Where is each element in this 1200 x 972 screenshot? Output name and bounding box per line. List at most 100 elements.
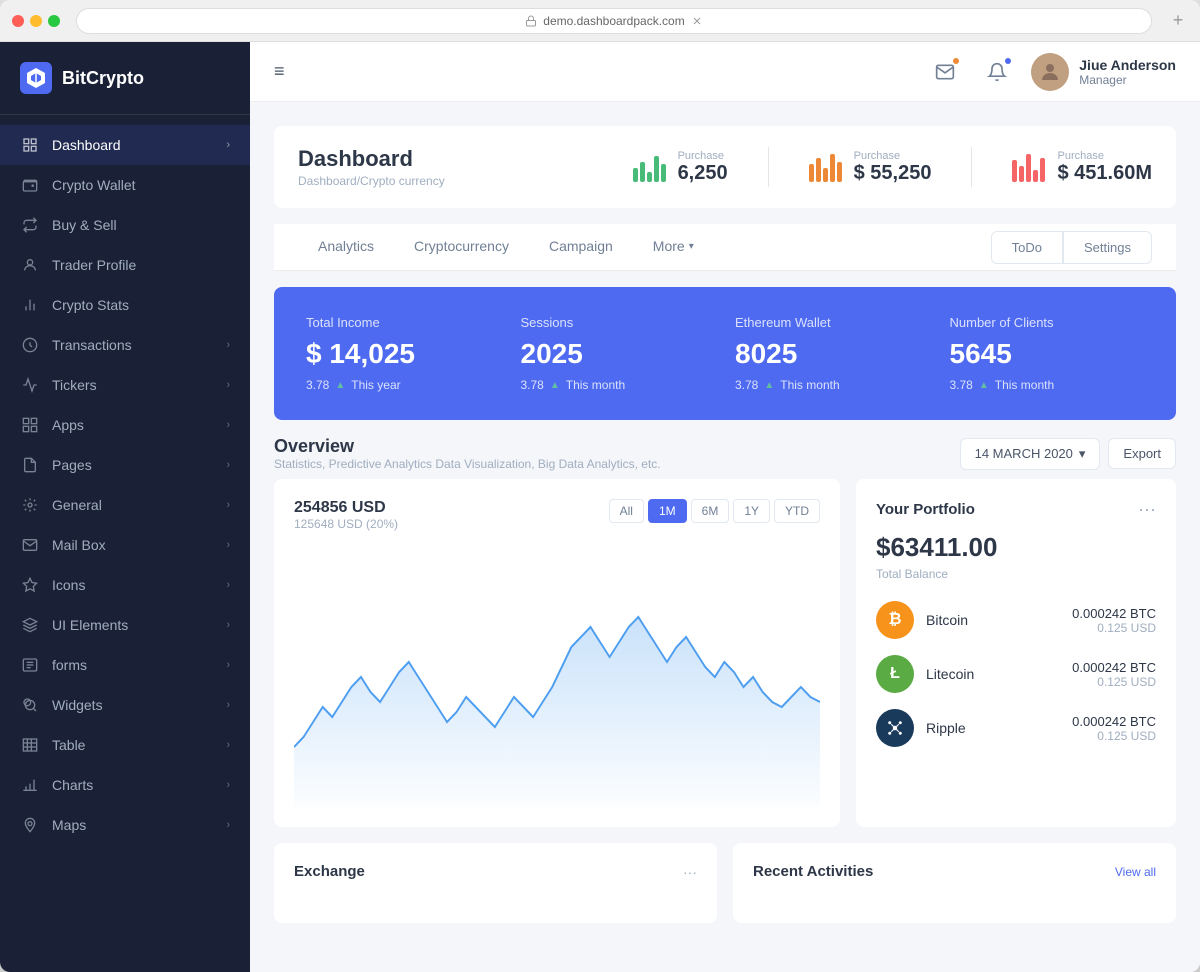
icons-icon xyxy=(20,575,40,595)
tab-cryptocurrency[interactable]: Cryptocurrency xyxy=(394,224,529,270)
stat-card-label-income: Total Income xyxy=(306,315,501,330)
chart-btn-6m[interactable]: 6M xyxy=(691,499,730,523)
header-left: ≡ xyxy=(274,61,285,82)
browser-window: demo.dashboardpack.com + BitCrypto Dash xyxy=(0,0,1200,972)
portfolio-card: Your Portfolio ··· $63411.00 Total Balan… xyxy=(856,479,1176,827)
nav-arrow-maps: › xyxy=(226,819,230,831)
tickers-icon xyxy=(20,375,40,395)
portfolio-header: Your Portfolio ··· xyxy=(876,499,1156,520)
sidebar-item-tickers[interactable]: Tickers › xyxy=(0,365,250,405)
sidebar-item-mailbox[interactable]: Mail Box › xyxy=(0,525,250,565)
sidebar-label-trader-profile: Trader Profile xyxy=(52,257,230,273)
sidebar: BitCrypto Dashboard › Crypto Walle xyxy=(0,42,250,972)
dashboard-stats: Purchase 6,250 xyxy=(633,147,1152,187)
tab-more[interactable]: More ▾ xyxy=(633,224,714,270)
exchange-menu-button[interactable]: ··· xyxy=(683,864,697,880)
hamburger-button[interactable]: ≡ xyxy=(274,61,285,82)
sidebar-item-icons[interactable]: Icons › xyxy=(0,565,250,605)
dot-yellow[interactable] xyxy=(30,15,42,27)
user-role: Manager xyxy=(1079,73,1176,87)
exchange-title: Exchange xyxy=(294,863,365,880)
sidebar-item-forms[interactable]: forms › xyxy=(0,645,250,685)
litecoin-icon: Ł xyxy=(876,655,914,693)
bitcoin-values: 0.000242 BTC 0.125 USD xyxy=(1072,606,1156,635)
chart-btn-1m[interactable]: 1M xyxy=(648,499,687,523)
dot-green[interactable] xyxy=(48,15,60,27)
tab-settings[interactable]: Settings xyxy=(1063,231,1152,264)
chart-btn-ytd[interactable]: YTD xyxy=(774,499,820,523)
stat-meta-num-ethereum: 3.78 xyxy=(735,378,758,392)
litecoin-values: 0.000242 BTC 0.125 USD xyxy=(1072,660,1156,689)
list-item: ₿ Bitcoin 0.000242 BTC 0.125 USD xyxy=(876,601,1156,639)
stat-period-sessions: This month xyxy=(566,378,625,392)
litecoin-usd: 0.125 USD xyxy=(1072,675,1156,689)
chart-btn-1y[interactable]: 1Y xyxy=(733,499,770,523)
stat-value-1: 6,250 xyxy=(678,162,728,185)
sidebar-item-charts[interactable]: Charts › xyxy=(0,765,250,805)
buy-sell-icon xyxy=(20,215,40,235)
portfolio-menu-button[interactable]: ··· xyxy=(1138,499,1156,520)
ripple-values: 0.000242 BTC 0.125 USD xyxy=(1072,714,1156,743)
chart-controls: All 1M 6M 1Y YTD xyxy=(609,499,820,523)
list-item: Ripple 0.000242 BTC 0.125 USD xyxy=(876,709,1156,747)
stat-card-value-ethereum: 8025 xyxy=(735,338,930,370)
sidebar-item-crypto-wallet[interactable]: Crypto Wallet xyxy=(0,165,250,205)
nav-arrow-ui-elements: › xyxy=(226,619,230,631)
stat-info-3: Purchase $ 451.60M xyxy=(1057,150,1152,185)
sidebar-item-widgets[interactable]: Widgets › xyxy=(0,685,250,725)
bottom-section: Exchange ··· Recent Activities View all xyxy=(274,843,1176,923)
sidebar-item-apps[interactable]: Apps › xyxy=(0,405,250,445)
date-picker-label: 14 MARCH 2020 xyxy=(975,446,1073,461)
sidebar-item-dashboard[interactable]: Dashboard › xyxy=(0,125,250,165)
ripple-icon xyxy=(876,709,914,747)
tab-analytics[interactable]: Analytics xyxy=(298,224,394,270)
sidebar-item-crypto-stats[interactable]: Crypto Stats xyxy=(0,285,250,325)
sidebar-item-table[interactable]: Table › xyxy=(0,725,250,765)
stat-arrow-income: ▲ xyxy=(335,380,345,391)
sidebar-label-widgets: Widgets xyxy=(52,697,226,713)
sidebar-item-buy-sell[interactable]: Buy & Sell xyxy=(0,205,250,245)
chart-usd-sub: 125648 USD (20%) xyxy=(294,517,398,531)
user-details: Jiue Anderson Manager xyxy=(1079,57,1176,87)
tab-todo[interactable]: ToDo xyxy=(991,231,1063,264)
url-bar[interactable]: demo.dashboardpack.com xyxy=(76,8,1152,34)
table-icon xyxy=(20,735,40,755)
date-picker-button[interactable]: 14 MARCH 2020 ▾ xyxy=(960,438,1101,470)
stat-card-meta-clients: 3.78 ▲ This month xyxy=(950,378,1145,392)
dot-red[interactable] xyxy=(12,15,24,27)
header: ≡ Jiue xyxy=(250,42,1200,102)
line-chart xyxy=(294,547,820,807)
stat-label-3: Purchase xyxy=(1057,150,1152,162)
sidebar-logo: BitCrypto xyxy=(0,42,250,115)
nav-arrow-apps: › xyxy=(226,419,230,431)
stat-meta-num-sessions: 3.78 xyxy=(521,378,544,392)
sidebar-item-trader-profile[interactable]: Trader Profile xyxy=(0,245,250,285)
sidebar-label-transactions: Transactions xyxy=(52,337,226,353)
mailbox-icon xyxy=(20,535,40,555)
chart-header: 254856 USD 125648 USD (20%) All 1M 6M 1Y… xyxy=(294,499,820,531)
avatar xyxy=(1031,53,1069,91)
sidebar-item-general[interactable]: General › xyxy=(0,485,250,525)
sidebar-item-transactions[interactable]: Transactions › xyxy=(0,325,250,365)
sidebar-item-ui-elements[interactable]: UI Elements › xyxy=(0,605,250,645)
mail-button[interactable] xyxy=(927,54,963,90)
stat-period-income: This year xyxy=(351,378,400,392)
bar-chart-icon-3 xyxy=(1012,152,1045,182)
export-button[interactable]: Export xyxy=(1108,438,1176,469)
stat-card-label-clients: Number of Clients xyxy=(950,315,1145,330)
view-all-button[interactable]: View all xyxy=(1115,865,1156,879)
stat-divider-1 xyxy=(768,147,769,187)
chart-btn-all[interactable]: All xyxy=(609,499,644,523)
sidebar-item-maps[interactable]: Maps › xyxy=(0,805,250,845)
stat-meta-num-income: 3.78 xyxy=(306,378,329,392)
notification-button[interactable] xyxy=(979,54,1015,90)
new-tab-button[interactable]: + xyxy=(1168,11,1188,31)
notification-badge xyxy=(1003,56,1013,66)
charts-icon xyxy=(20,775,40,795)
stat-card-meta-income: 3.78 ▲ This year xyxy=(306,378,501,392)
stat-arrow-clients: ▲ xyxy=(979,380,989,391)
stat-card-value-sessions: 2025 xyxy=(521,338,716,370)
sidebar-label-icons: Icons xyxy=(52,577,226,593)
sidebar-item-pages[interactable]: Pages › xyxy=(0,445,250,485)
tab-campaign[interactable]: Campaign xyxy=(529,224,633,270)
